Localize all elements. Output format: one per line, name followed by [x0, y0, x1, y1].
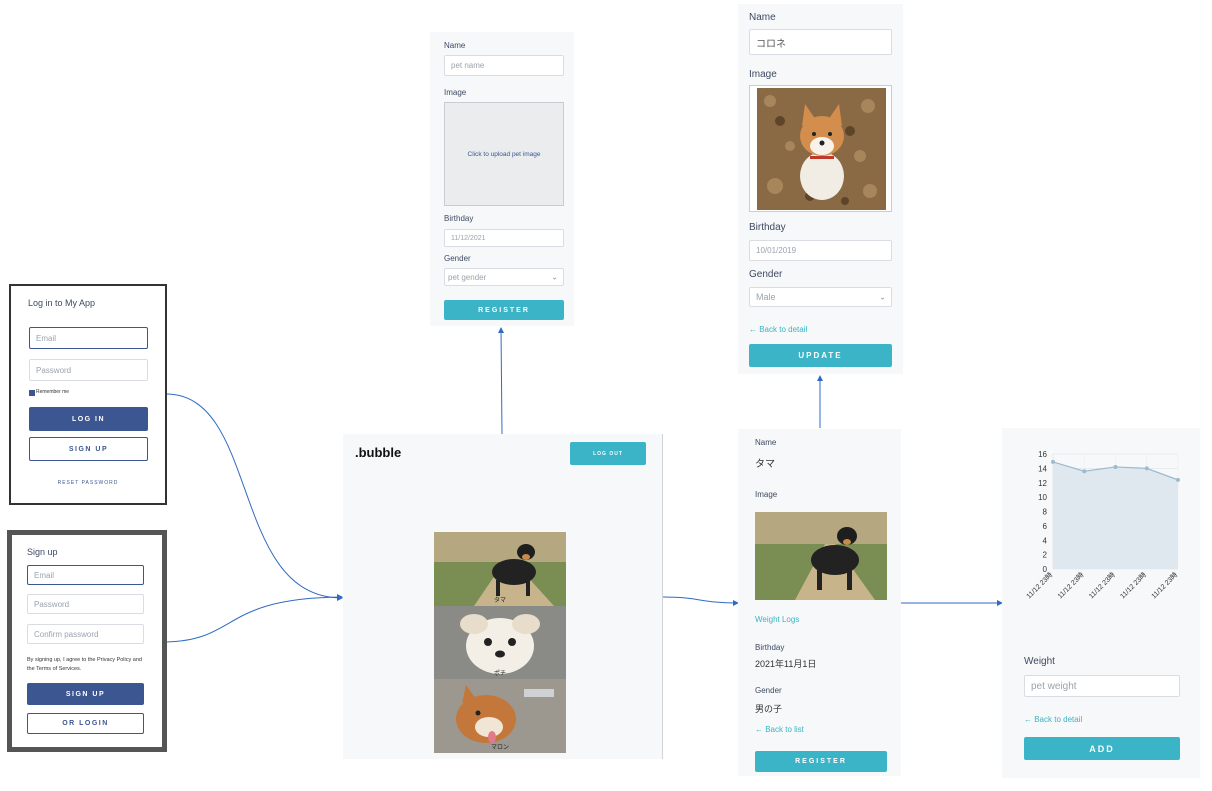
update-gender-value: Male — [756, 292, 776, 302]
signup-title: Sign up — [27, 547, 58, 557]
detail-birthday-label: Birthday — [755, 643, 785, 652]
or-login-button[interactable]: OR LOGIN — [27, 713, 144, 734]
signup-button[interactable]: SIGN UP — [29, 437, 148, 461]
register-name-label: Name — [444, 41, 466, 50]
x-tick-label: 11/12 23時 — [1150, 571, 1180, 601]
y-tick-label: 8 — [1043, 508, 1048, 517]
update-name-label: Name — [749, 12, 776, 23]
login-password-field[interactable]: Password — [29, 359, 148, 381]
data-point — [1144, 466, 1149, 471]
pet-photo-tama-detail — [755, 512, 887, 600]
pet-card[interactable]: ポチ — [434, 606, 566, 679]
add-weight-button[interactable]: ADD — [1024, 737, 1180, 760]
remember-checkbox[interactable] — [29, 390, 35, 396]
y-tick-label: 12 — [1038, 479, 1047, 488]
y-tick-label: 0 — [1043, 565, 1048, 574]
register-gender-select[interactable]: pet gender ⌄ — [444, 268, 564, 286]
x-tick-label: 11/12 23時 — [1087, 571, 1117, 601]
chevron-down-icon: ⌄ — [879, 292, 886, 302]
weight-label: Weight — [1024, 656, 1055, 667]
login-email-field[interactable]: Email — [29, 327, 148, 349]
y-tick-label: 16 — [1038, 450, 1047, 459]
chevron-down-icon: ⌄ — [551, 272, 558, 282]
register-image-label: Image — [444, 88, 467, 97]
pet-name: ポチ — [493, 671, 506, 677]
register-birthday-field[interactable]: 11/12/2021 — [444, 229, 564, 247]
back-to-detail-link[interactable]: ← Back to detail — [749, 325, 807, 334]
login-button[interactable]: LOG IN — [29, 407, 148, 431]
detail-name-value: タマ — [755, 459, 775, 470]
data-point — [1176, 477, 1180, 482]
update-gender-select[interactable]: Male ⌄ — [749, 287, 892, 307]
update-birthday-field[interactable]: 10/01/2019 — [749, 240, 892, 261]
register-form-panel: Name pet name Image Click to upload pet … — [430, 32, 574, 326]
update-name-field[interactable]: コロネ — [749, 29, 892, 55]
y-tick-label: 2 — [1043, 551, 1048, 560]
data-point — [1113, 464, 1118, 469]
remember-label: Remember me — [36, 389, 70, 395]
weight-input[interactable]: pet weight — [1024, 675, 1180, 697]
update-pet-image[interactable] — [749, 85, 892, 212]
shiba-sitting-photo — [757, 88, 886, 210]
arrow-login-to-main — [165, 393, 343, 601]
detail-pet-image — [755, 512, 887, 600]
update-form-panel: Name コロネ Image Birthday 10/01/2019 Gende… — [738, 4, 903, 374]
arrow-main-to-detail — [662, 596, 739, 606]
detail-gender-value: 男の子 — [755, 704, 783, 714]
upload-image-dropzone[interactable]: Click to upload pet image — [444, 102, 564, 206]
weight-logs-link[interactable]: Weight Logs — [755, 615, 799, 624]
update-birthday-label: Birthday — [749, 222, 786, 233]
login-title: Log in to My App — [28, 298, 96, 308]
detail-register-button[interactable]: REGISTER — [755, 751, 887, 772]
register-birthday-label: Birthday — [444, 214, 474, 223]
detail-image-label: Image — [755, 490, 778, 499]
y-tick-label: 6 — [1043, 522, 1048, 531]
logout-button[interactable]: LOG OUT — [570, 442, 646, 465]
terms-text: By signing up, I agree to the Privacy Po… — [27, 657, 142, 672]
signup-email-field[interactable]: Email — [27, 565, 144, 585]
update-image-label: Image — [749, 69, 777, 80]
register-name-field[interactable]: pet name — [444, 55, 564, 76]
area-fill — [1053, 461, 1178, 569]
y-tick-label: 14 — [1038, 464, 1047, 473]
register-gender-label: Gender — [444, 254, 471, 263]
detail-birthday-value: 2021年11月1日 — [755, 659, 817, 669]
y-tick-label: 10 — [1038, 493, 1047, 502]
signup-panel: Sign up Email Password Confirm password … — [7, 530, 167, 752]
login-panel: Log in to My App Email Password Remember… — [9, 284, 167, 505]
signup-confirm-field[interactable]: Confirm password — [27, 624, 144, 644]
back-to-list-link[interactable]: ← Back to list — [755, 725, 804, 734]
pet-card[interactable]: タマ — [434, 532, 566, 606]
data-point — [1082, 469, 1087, 474]
update-gender-label: Gender — [749, 269, 783, 280]
x-tick-label: 11/12 23時 — [1056, 571, 1086, 601]
pet-detail-panel: Name タマ Image Weight Logs Birthday 2021年… — [738, 429, 901, 776]
pet-name: タマ — [493, 598, 506, 604]
detail-gender-label: Gender — [755, 686, 782, 695]
register-gender-value: pet gender — [448, 272, 487, 282]
pet-list-panel: .bubble LOG OUT タマ ポチ マロン — [343, 434, 663, 759]
update-button[interactable]: UPDATE — [749, 344, 892, 367]
arrow-signup-to-main — [165, 594, 343, 643]
app-logo: .bubble — [355, 445, 402, 460]
x-tick-label: 11/12 23時 — [1119, 571, 1149, 601]
register-button[interactable]: REGISTER — [444, 300, 564, 320]
detail-name-label: Name — [755, 438, 777, 447]
x-tick-label: 11/12 23時 — [1025, 571, 1055, 601]
pet-name: マロン — [490, 745, 509, 751]
signup-password-field[interactable]: Password — [27, 594, 144, 614]
signup-submit-button[interactable]: SIGN UP — [27, 683, 144, 705]
arrow-main-to-register — [498, 327, 505, 435]
upload-image-text: Click to upload pet image — [467, 150, 541, 158]
reset-password-link[interactable]: RESET PASSWORD — [11, 480, 165, 486]
data-point — [1051, 459, 1055, 464]
weight-chart: 0246810121416 11/12 23時 11/12 23時 11/12 23… — [1025, 450, 1180, 601]
pet-card[interactable]: マロン — [434, 679, 566, 753]
weight-log-panel: 0 2 4 6 8 10 12 14 16 11/12 23時 11/12 23時 11/12 23… — [1002, 428, 1200, 778]
weight-back-to-detail-link[interactable]: ← Back to detail — [1024, 715, 1082, 724]
y-tick-label: 4 — [1043, 536, 1048, 545]
